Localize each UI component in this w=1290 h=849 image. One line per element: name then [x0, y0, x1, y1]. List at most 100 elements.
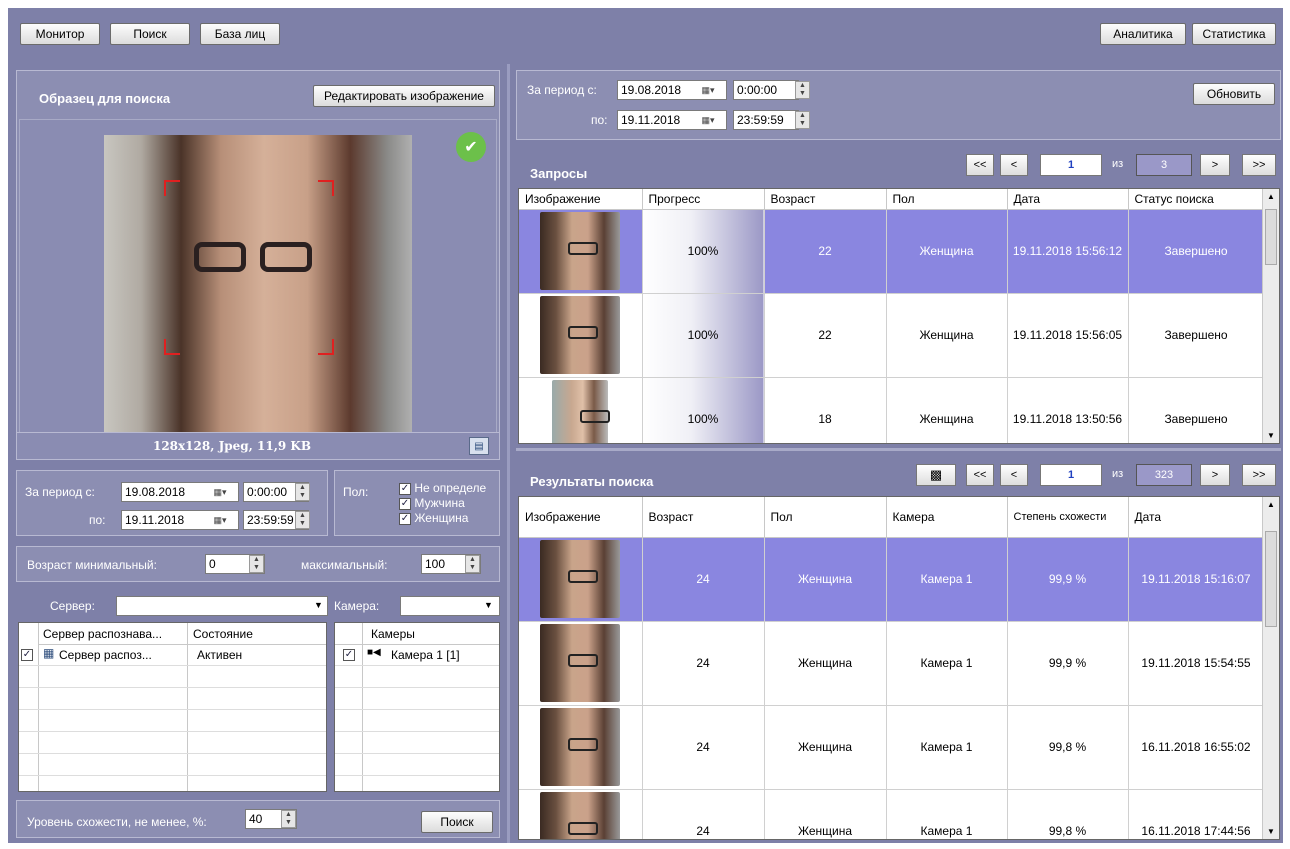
col-header[interactable]: Статус поиска	[1128, 189, 1265, 210]
monitor-button[interactable]: Монитор	[20, 23, 100, 45]
col-header[interactable]: Пол	[764, 497, 887, 538]
analytics-button[interactable]: Аналитика	[1100, 23, 1186, 45]
scrollbar-thumb[interactable]	[1265, 209, 1277, 265]
to-time-spinner[interactable]: ▲ ▼	[795, 111, 810, 129]
server-select[interactable]	[116, 596, 328, 616]
cameras-col-header[interactable]: Камеры	[371, 627, 415, 641]
scroll-down-icon[interactable]: ▼	[1267, 431, 1275, 440]
gender-cell: Женщина	[764, 621, 887, 706]
table-row[interactable]: 100% 22 Женщина 19.11.2018 15:56:12 Заве…	[519, 209, 1265, 294]
last-page-button[interactable]: >>	[1242, 154, 1276, 176]
faces-db-button[interactable]: База лиц	[200, 23, 280, 45]
age-max-spinner[interactable]: ▲ ▼	[465, 555, 480, 573]
prev-page-button[interactable]: <	[1000, 154, 1028, 176]
similarity-spinner[interactable]: ▲ ▼	[281, 810, 296, 828]
gender-panel: Пол: ✓ Не определе ✓ Мужчина ✓ Женщина	[334, 470, 500, 536]
statistics-button[interactable]: Статистика	[1192, 23, 1276, 45]
to-time-spinner[interactable]: ▲ ▼	[295, 511, 310, 529]
scroll-up-icon[interactable]: ▲	[1267, 192, 1275, 201]
col-header[interactable]: Прогресс	[642, 189, 765, 210]
server-col-header[interactable]: Сервер распознава...	[43, 627, 162, 641]
prev-page-button[interactable]: <	[1000, 464, 1028, 486]
col-header[interactable]: Дата	[1128, 497, 1265, 538]
thumbnail-cell	[519, 209, 643, 294]
chevron-down-icon[interactable]: ▼	[484, 600, 493, 610]
table-row[interactable]: 24 Женщина Камера 1 99,8 % 16.11.2018 16…	[519, 705, 1265, 790]
table-row[interactable]: 100% 22 Женщина 19.11.2018 15:56:05 Заве…	[519, 293, 1265, 378]
first-page-button[interactable]: <<	[966, 464, 994, 486]
table-row[interactable]: 24 Женщина Камера 1 99,9 % 19.11.2018 15…	[519, 621, 1265, 706]
status-cell: Завершено	[1128, 377, 1265, 443]
print-icon[interactable]: ▩	[916, 464, 956, 486]
to-time-input[interactable]: 23:59:59	[733, 110, 799, 130]
server-name[interactable]: Сервер распоз...	[59, 648, 152, 662]
gender-checklist: ✓ Не определе ✓ Мужчина ✓ Женщина	[399, 481, 495, 531]
table-row[interactable]: 24 Женщина Камера 1 99,9 % 19.11.2018 15…	[519, 537, 1265, 622]
server-icon: ▦	[43, 646, 55, 660]
col-header[interactable]: Изображение	[519, 189, 643, 210]
face-thumbnail	[540, 624, 621, 702]
calendar-dropdown-icon[interactable]: ▦▾	[697, 112, 719, 128]
last-page-button[interactable]: >>	[1242, 464, 1276, 486]
scroll-down-icon[interactable]: ▼	[1267, 827, 1275, 836]
age-min-value: 0	[209, 557, 216, 571]
checkbox[interactable]: ✓	[399, 482, 411, 495]
edit-image-button[interactable]: Редактировать изображение	[313, 85, 495, 107]
date-cell: 19.11.2018 15:16:07	[1128, 537, 1265, 622]
refresh-button[interactable]: Обновить	[1193, 83, 1275, 105]
splitter[interactable]	[507, 64, 510, 843]
checkbox[interactable]: ✓	[399, 497, 411, 510]
thumbs-up-icon[interactable]: ✔	[456, 132, 486, 162]
col-header[interactable]: Степень схожести	[1007, 497, 1129, 538]
face-detection-frame	[164, 180, 334, 355]
save-image-icon[interactable]: ▤	[469, 437, 489, 455]
from-time-input[interactable]: 0:00:00	[733, 80, 799, 100]
sample-panel: Образец для поиска Редактировать изображ…	[16, 70, 500, 446]
scrollbar-thumb[interactable]	[1265, 531, 1277, 627]
table-row[interactable]: 24 Женщина Камера 1 99,8 % 16.11.2018 17…	[519, 789, 1265, 839]
next-page-button[interactable]: >	[1200, 154, 1230, 176]
requests-scrollbar[interactable]: ▲ ▼	[1262, 189, 1279, 443]
col-header[interactable]: Камера	[886, 497, 1008, 538]
camera-row-checkbox[interactable]: ✓	[343, 647, 355, 661]
col-header[interactable]: Возраст	[764, 189, 887, 210]
checkbox[interactable]: ✓	[399, 512, 411, 525]
from-time-spinner[interactable]: ▲ ▼	[795, 81, 810, 99]
col-header[interactable]: Пол	[886, 189, 1008, 210]
camera-name[interactable]: Камера 1 [1]	[391, 648, 460, 662]
from-time-spinner[interactable]: ▲ ▼	[295, 483, 310, 501]
camera-cell: Камера 1	[886, 537, 1008, 622]
requests-table: Изображение Прогресс Возраст Пол Дата Ст…	[518, 188, 1280, 444]
scroll-up-icon[interactable]: ▲	[1267, 500, 1275, 509]
age-min-spinner[interactable]: ▲ ▼	[249, 555, 264, 573]
chevron-down-icon[interactable]: ▼	[314, 600, 323, 610]
search-mode-button[interactable]: Поиск	[110, 23, 190, 45]
from-date-value: 19.08.2018	[125, 485, 186, 499]
page-input[interactable]: 1	[1040, 154, 1102, 176]
to-date-value: 19.11.2018	[621, 113, 681, 127]
state-col-header[interactable]: Состояние	[193, 627, 253, 641]
col-header[interactable]: Изображение	[519, 497, 643, 538]
page-input[interactable]: 1	[1040, 464, 1102, 486]
calendar-dropdown-icon[interactable]: ▦▾	[697, 82, 719, 98]
thumbnail-cell	[519, 537, 643, 622]
gender-option[interactable]: ✓ Не определе	[399, 481, 495, 496]
first-page-button[interactable]: <<	[966, 154, 994, 176]
age-cell: 24	[642, 705, 765, 790]
date-cell: 19.11.2018 15:56:12	[1007, 209, 1129, 294]
table-row[interactable]: 100% 18 Женщина 19.11.2018 13:50:56 Заве…	[519, 377, 1265, 443]
col-header[interactable]: Возраст	[642, 497, 765, 538]
age-min-label: Возраст минимальный:	[27, 558, 157, 572]
gender-option[interactable]: ✓ Мужчина	[399, 496, 495, 511]
right-period-panel: За период с: 19.08.2018 ▦▾ 0:00:00 ▲ ▼ по…	[516, 70, 1281, 140]
calendar-dropdown-icon[interactable]: ▦▾	[209, 512, 231, 528]
from-time-value: 0:00:00	[247, 485, 288, 499]
col-header[interactable]: Дата	[1007, 189, 1129, 210]
splitter[interactable]	[516, 448, 1281, 451]
next-page-button[interactable]: >	[1200, 464, 1230, 486]
server-row-checkbox[interactable]: ✓	[21, 647, 33, 661]
gender-option[interactable]: ✓ Женщина	[399, 511, 495, 526]
results-scrollbar[interactable]: ▲ ▼	[1262, 497, 1279, 839]
calendar-dropdown-icon[interactable]: ▦▾	[209, 484, 231, 500]
search-button[interactable]: Поиск	[421, 811, 493, 833]
